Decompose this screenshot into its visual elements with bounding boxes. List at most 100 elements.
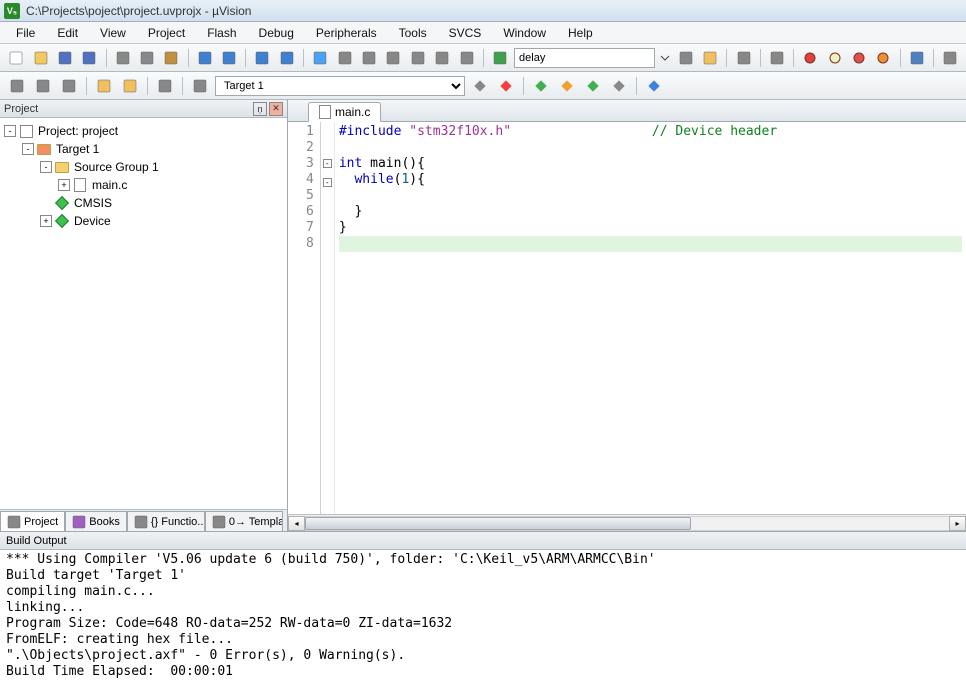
project-panel-tabs: ProjectBooks {} Functio...0→ Templat... <box>0 509 287 531</box>
tree-expand-icon[interactable]: + <box>40 215 52 227</box>
dot-orange-icon[interactable] <box>873 47 893 69</box>
tree-label: main.c <box>92 178 127 192</box>
tree-row[interactable]: CMSIS <box>0 194 287 212</box>
open-icon[interactable] <box>30 47 50 69</box>
comment-icon[interactable] <box>408 47 428 69</box>
toolbar-2: Target 1 <box>0 72 966 100</box>
window-title: C:\Projects\poject\project.uvprojx - µVi… <box>26 4 251 18</box>
rebuild-icon[interactable] <box>32 75 54 97</box>
fold-icon[interactable]: - <box>323 178 332 187</box>
menu-flash[interactable]: Flash <box>197 24 246 42</box>
target-combo[interactable]: Target 1 <box>215 76 465 96</box>
tb2-icon-6[interactable] <box>608 75 630 97</box>
save-all-icon[interactable] <box>79 47 99 69</box>
close-icon[interactable]: ✕ <box>269 102 283 116</box>
macro-icon[interactable] <box>490 47 510 69</box>
copy-icon[interactable] <box>137 47 157 69</box>
editor-tab-main[interactable]: main.c <box>308 102 381 122</box>
undo-icon[interactable] <box>195 47 215 69</box>
redo-icon[interactable] <box>219 47 239 69</box>
menu-tools[interactable]: Tools <box>389 24 437 42</box>
menu-peripherals[interactable]: Peripherals <box>306 24 387 42</box>
menu-window[interactable]: Window <box>493 24 556 42</box>
menu-debug[interactable]: Debug <box>249 24 304 42</box>
window-icon[interactable] <box>906 47 926 69</box>
download-icon[interactable] <box>119 75 141 97</box>
download-icon[interactable] <box>93 75 115 97</box>
target-icon[interactable] <box>154 75 176 97</box>
build-output-body[interactable]: *** Using Compiler 'V5.06 update 6 (buil… <box>0 550 966 689</box>
menu-svcs[interactable]: SVCS <box>439 24 492 42</box>
combo-dropdown-icon[interactable] <box>659 47 672 69</box>
dot-green-icon[interactable] <box>849 47 869 69</box>
tree-row[interactable]: + main.c <box>0 176 287 194</box>
tree-expand-icon[interactable]: - <box>4 125 16 137</box>
tb2-icon-5[interactable] <box>582 75 604 97</box>
menu-help[interactable]: Help <box>558 24 603 42</box>
build-output-title: Build Output <box>6 535 67 547</box>
code-body[interactable]: #include "stm32f10x.h" // Device header … <box>335 122 966 514</box>
outdent-icon[interactable] <box>359 47 379 69</box>
fold-icon[interactable]: - <box>323 159 332 168</box>
build-icon[interactable] <box>6 75 28 97</box>
menu-file[interactable]: File <box>6 24 45 42</box>
indent-icon[interactable] <box>334 47 354 69</box>
horizontal-scrollbar[interactable]: ◂ ▸ <box>288 514 966 531</box>
panel-tab-label: {} Functio... <box>151 516 205 528</box>
tb2-icon-3[interactable] <box>530 75 552 97</box>
func-icon <box>134 515 148 529</box>
tb2-icon-1[interactable] <box>495 75 517 97</box>
menu-view[interactable]: View <box>90 24 136 42</box>
scroll-right-icon[interactable]: ▸ <box>949 516 966 531</box>
dot-yellow-icon[interactable] <box>824 47 844 69</box>
search-icon[interactable] <box>733 47 753 69</box>
scroll-track[interactable] <box>305 516 949 531</box>
cut-icon[interactable] <box>112 47 132 69</box>
paste-icon[interactable] <box>161 47 181 69</box>
tb2-icon-4[interactable] <box>556 75 578 97</box>
options-icon[interactable] <box>189 75 211 97</box>
tree-expand-icon[interactable]: - <box>22 143 34 155</box>
project-panel: Project ņ ✕ -Project: project-Target 1-S… <box>0 100 288 531</box>
panel-tab-0templat[interactable]: 0→ Templat... <box>205 511 283 531</box>
indent2-icon[interactable] <box>383 47 403 69</box>
tree-label: Source Group 1 <box>74 160 159 174</box>
panel-tab-project[interactable]: Project <box>0 511 65 531</box>
tb2-icon-0[interactable] <box>469 75 491 97</box>
brace-icon[interactable] <box>456 47 476 69</box>
panel-tab-functio[interactable]: {} Functio... <box>127 511 205 531</box>
bookmark-icon[interactable] <box>310 47 330 69</box>
main-area: Project ņ ✕ -Project: project-Target 1-S… <box>0 100 966 531</box>
find-files-icon[interactable] <box>700 47 720 69</box>
component-icon <box>54 213 70 229</box>
wrench-icon[interactable] <box>940 47 960 69</box>
pin-icon[interactable]: ņ <box>253 102 267 116</box>
save-icon[interactable] <box>55 47 75 69</box>
back-icon[interactable] <box>252 47 272 69</box>
tree-expand-icon[interactable]: - <box>40 161 52 173</box>
code-area[interactable]: 12345678 -- #include "stm32f10x.h" // De… <box>288 122 966 514</box>
menu-project[interactable]: Project <box>138 24 195 42</box>
forward-icon[interactable] <box>277 47 297 69</box>
find-combo[interactable] <box>514 48 655 68</box>
fold-column: -- <box>321 122 335 514</box>
tree-expand-icon[interactable]: + <box>58 179 70 191</box>
project-tree: -Project: project-Target 1-Source Group … <box>0 118 287 509</box>
tb2-icon-8[interactable] <box>643 75 665 97</box>
panel-tab-books[interactable]: Books <box>65 511 127 531</box>
tree-row[interactable]: -Project: project <box>0 122 287 140</box>
tree-row[interactable]: +Device <box>0 212 287 230</box>
build-output-panel: Build Output *** Using Compiler 'V5.06 u… <box>0 531 966 689</box>
dot-red-icon[interactable] <box>800 47 820 69</box>
new-icon[interactable] <box>6 47 26 69</box>
find-icon[interactable] <box>676 47 696 69</box>
menu-edit[interactable]: Edit <box>47 24 88 42</box>
uncomment-icon[interactable] <box>432 47 452 69</box>
batch-icon[interactable] <box>58 75 80 97</box>
config-icon[interactable] <box>767 47 787 69</box>
tree-row[interactable]: - Source Group 1 <box>0 158 287 176</box>
project-icon <box>18 123 34 139</box>
scroll-thumb[interactable] <box>305 517 691 530</box>
scroll-left-icon[interactable]: ◂ <box>288 516 305 531</box>
tree-row[interactable]: -Target 1 <box>0 140 287 158</box>
